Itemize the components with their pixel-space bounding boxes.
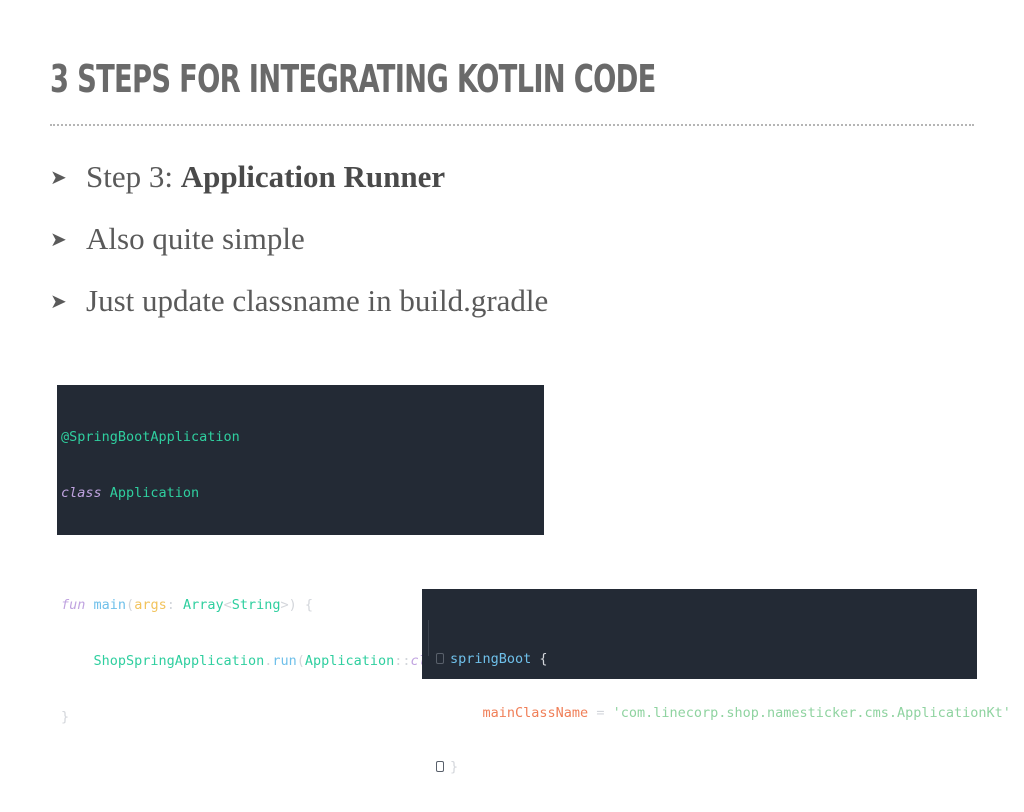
fold-marker-icon — [436, 761, 444, 772]
arrow-bullet-icon: ➤ — [50, 227, 67, 251]
bullet-item: ➤ Step 3: Application Runner — [50, 146, 548, 208]
punct-token: } — [61, 709, 70, 725]
param-token: args — [134, 597, 167, 613]
code-line: mainClassName = 'com.linecorp.shop.names… — [434, 704, 1011, 726]
bullet-bold: Application Runner — [180, 159, 446, 194]
type-token: Array — [182, 597, 224, 613]
code-line: @SpringBootApplication — [61, 428, 544, 452]
bullet-list: ➤ Step 3: Application Runner ➤ Also quit… — [50, 146, 548, 332]
slide: 3 STEPS FOR INTEGRATING KOTLIN CODE ➤ St… — [0, 0, 1024, 775]
punct-token: < — [223, 597, 232, 613]
type-token: String — [231, 597, 281, 613]
string-token: 'com.linecorp.shop.namesticker.cms.Appli… — [612, 705, 1011, 721]
class-name-token: Application — [109, 485, 200, 501]
fold-guide-line — [428, 620, 429, 656]
punct-token: ( — [296, 653, 305, 669]
bullet-prefix: Step 3: — [86, 159, 181, 194]
bullet-text: Just update classname in build.gradle — [86, 283, 549, 318]
arrow-bullet-icon: ➤ — [50, 289, 67, 313]
code-line: springBoot { — [434, 650, 977, 672]
annotation-token: @SpringBootApplication — [61, 429, 240, 445]
block-name-token: springBoot — [450, 651, 532, 667]
gradle-code-snippet: springBoot { mainClassName = 'com.lineco… — [422, 589, 1011, 775]
keyword-token: class — [61, 485, 102, 501]
bullet-item: ➤ Just update classname in build.gradle — [50, 270, 548, 332]
function-name-token: run — [272, 653, 297, 669]
title-divider — [50, 124, 974, 126]
class-name-token: Application — [304, 653, 395, 669]
function-name-token: main — [93, 597, 127, 613]
punct-token: } — [450, 759, 459, 775]
keyword-token: fun — [61, 597, 86, 613]
bullet-text: Also quite simple — [86, 221, 305, 256]
punct-token: ( — [126, 597, 135, 613]
fold-marker-icon — [436, 653, 444, 664]
code-line: } — [434, 758, 977, 780]
class-name-token: ShopSpringApplication — [93, 653, 265, 669]
arrow-bullet-icon: ➤ — [50, 165, 67, 189]
bullet-item: ➤ Also quite simple — [50, 208, 548, 270]
property-token: mainClassName — [482, 705, 589, 721]
kotlin-code-snippet: @SpringBootApplication class Application… — [57, 385, 549, 725]
code-line: class Application — [61, 484, 544, 508]
slide-title: 3 STEPS FOR INTEGRATING KOTLIN CODE — [50, 57, 656, 101]
punct-token: :: — [394, 653, 411, 669]
punct-token: : — [166, 597, 183, 613]
punct-token: = — [588, 705, 613, 721]
punct-token: >) { — [280, 597, 314, 613]
punct-token: { — [531, 651, 548, 667]
